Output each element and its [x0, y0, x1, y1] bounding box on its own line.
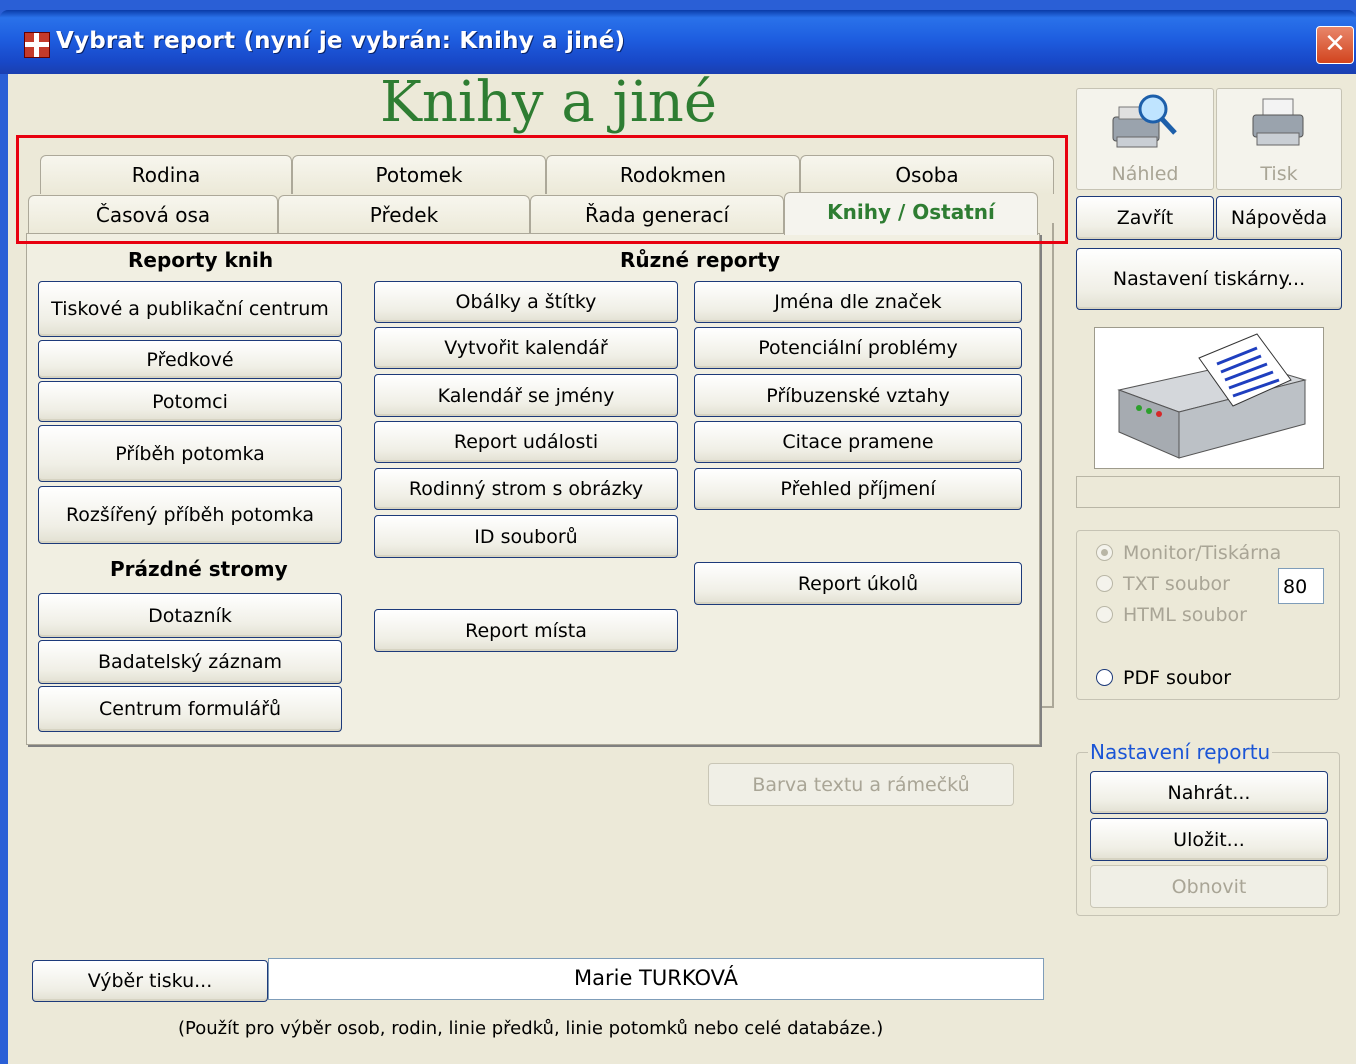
radio-html-label: HTML soubor — [1123, 604, 1247, 626]
research-log-button[interactable]: Badatelský záznam — [38, 640, 342, 684]
app-icon — [24, 32, 50, 58]
publishing-center-button[interactable]: Tiskové a publikační centrum — [38, 281, 342, 337]
radio-pdf-label: PDF soubor — [1123, 667, 1232, 689]
event-report-button[interactable]: Report události — [374, 421, 678, 463]
radio-dot-icon — [1096, 669, 1113, 686]
radio-html[interactable]: HTML soubor — [1096, 604, 1247, 626]
radio-monitor[interactable]: Monitor/Tiskárna — [1096, 542, 1281, 564]
radio-monitor-label: Monitor/Tiskárna — [1123, 542, 1282, 564]
print-selection-button[interactable]: Výběr tisku... — [32, 960, 268, 1002]
print-button[interactable]: Tisk — [1216, 88, 1342, 190]
radio-dot-icon — [1096, 544, 1113, 561]
tab-rodokmen[interactable]: Rodokmen — [546, 155, 800, 194]
printer-icon — [1252, 98, 1304, 146]
name-calendar-button[interactable]: Kalendář se jmény — [374, 374, 678, 417]
close-window-button[interactable]: ✕ — [1316, 26, 1354, 64]
preview-button[interactable]: Náhled — [1076, 88, 1214, 190]
create-calendar-button[interactable]: Vytvořit kalendář — [374, 327, 678, 369]
load-settings-button[interactable]: Nahrát... — [1090, 771, 1328, 814]
printer-image-icon — [1117, 333, 1307, 459]
place-report-button[interactable]: Report místa — [374, 609, 678, 652]
tab-potomek[interactable]: Potomek — [292, 155, 546, 194]
printer-illustration — [1094, 327, 1324, 469]
tab-rada-generaci[interactable]: Řada generací — [530, 195, 784, 234]
misc-reports-label: Různé reporty — [620, 248, 780, 272]
window-title: Vybrat report (nyní je vybrán: Knihy a j… — [56, 28, 626, 54]
surname-overview-button[interactable]: Přehled příjmení — [694, 468, 1022, 510]
printer-setup-button[interactable]: Nastavení tiskárny... — [1076, 248, 1342, 310]
family-tree-images-button[interactable]: Rodinný strom s obrázky — [374, 468, 678, 510]
empty-trees-label: Prázdné stromy — [110, 557, 288, 581]
print-label: Tisk — [1260, 163, 1298, 185]
potential-problems-button[interactable]: Potenciální problémy — [694, 327, 1022, 369]
radio-txt[interactable]: TXT soubor — [1096, 573, 1230, 595]
selected-person-field[interactable]: Marie TURKOVÁ — [268, 958, 1044, 1000]
help-button[interactable]: Nápověda — [1216, 196, 1342, 240]
descendant-story-button[interactable]: Příběh potomka — [38, 425, 342, 482]
tab-rodina[interactable]: Rodina — [40, 155, 292, 194]
report-settings-title: Nastavení reportu — [1088, 740, 1273, 764]
relationships-button[interactable]: Příbuzenské vztahy — [694, 374, 1022, 417]
file-id-button[interactable]: ID souborů — [374, 515, 678, 558]
page-title: Knihy a jiné — [380, 70, 717, 135]
report-window: Vybrat report (nyní je vybrán: Knihy a j… — [0, 0, 1356, 1064]
tab-knihy-ostatni[interactable]: Knihy / Ostatní — [784, 192, 1038, 235]
source-citation-button[interactable]: Citace pramene — [694, 421, 1022, 463]
radio-dot-icon — [1096, 575, 1113, 592]
ancestors-button[interactable]: Předkové — [38, 340, 342, 379]
selection-note: (Použít pro výběr osob, rodin, linie pře… — [178, 1018, 884, 1039]
book-reports-label: Reporty knih — [128, 248, 274, 272]
radio-pdf[interactable]: PDF soubor — [1096, 667, 1231, 689]
names-by-tags-button[interactable]: Jména dle značek — [694, 281, 1022, 323]
tab-predek[interactable]: Předek — [278, 195, 530, 234]
text-frame-color-button[interactable]: Barva textu a rámečků — [708, 763, 1014, 806]
descendants-button[interactable]: Potomci — [38, 381, 342, 422]
questionnaire-button[interactable]: Dotazník — [38, 593, 342, 638]
radio-dot-icon — [1096, 606, 1113, 623]
printer-magnifier-icon — [1112, 94, 1177, 148]
radio-txt-label: TXT soubor — [1123, 573, 1230, 595]
envelopes-labels-button[interactable]: Obálky a štítky — [374, 281, 678, 323]
extended-descendant-story-button[interactable]: Rozšířený příběh potomka — [38, 486, 342, 544]
width-input[interactable]: 80 — [1278, 568, 1324, 604]
save-settings-button[interactable]: Uložit... — [1090, 818, 1328, 861]
preview-label: Náhled — [1111, 163, 1179, 185]
tab-casova-osa[interactable]: Časová osa — [28, 195, 278, 234]
reset-settings-button[interactable]: Obnovit — [1090, 865, 1328, 908]
title-bar[interactable]: Vybrat report (nyní je vybrán: Knihy a j… — [0, 10, 1356, 74]
tab-osoba[interactable]: Osoba — [800, 155, 1054, 194]
progress-field — [1076, 476, 1340, 508]
task-report-button[interactable]: Report úkolů — [694, 562, 1022, 605]
form-center-button[interactable]: Centrum formulářů — [38, 686, 342, 732]
close-button[interactable]: Zavřít — [1076, 196, 1214, 240]
